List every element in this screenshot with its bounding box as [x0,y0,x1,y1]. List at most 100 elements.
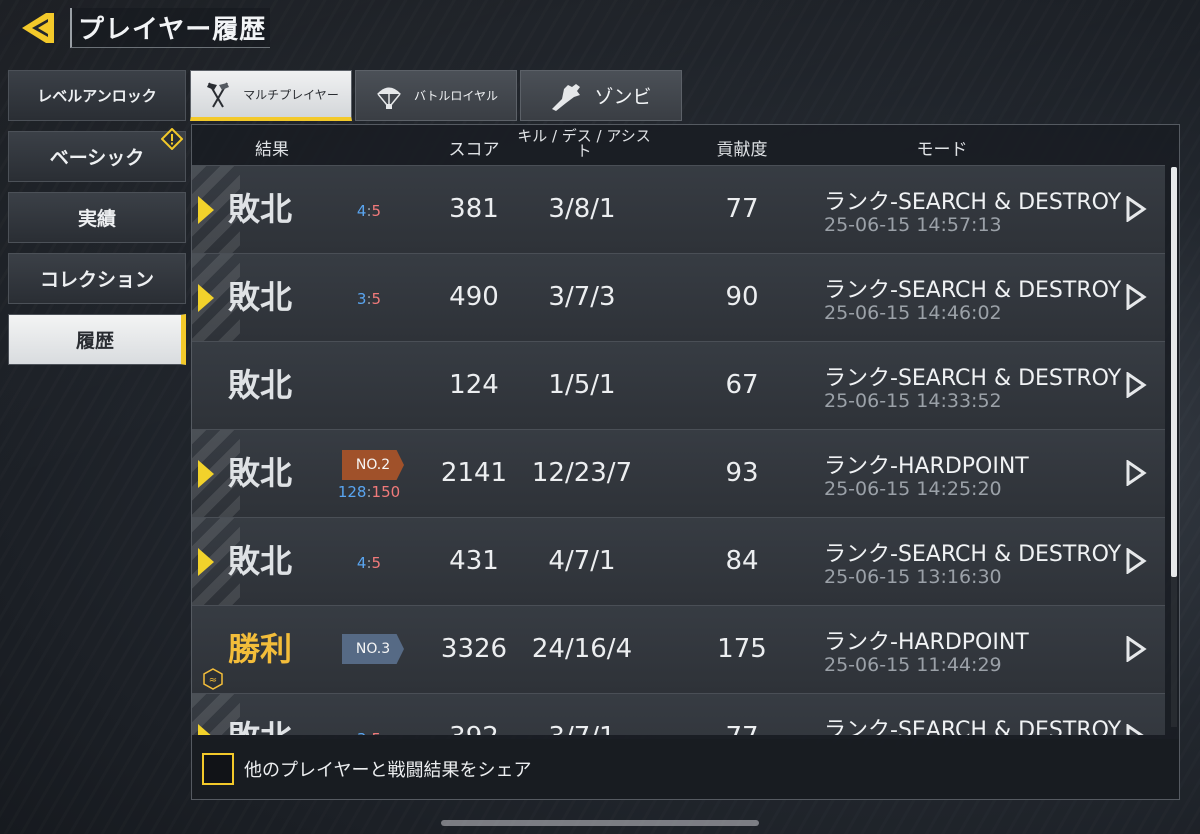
match-row[interactable]: 敗北 124 1/5/1 67 ランク-SEARCH & DESTROY 25-… [192,341,1165,429]
play-arrow-icon[interactable] [1125,284,1147,310]
mode-text: ランク-SEARCH & DESTROY [824,366,1122,391]
team-score: 3:5 [324,730,414,735]
flag-marker [198,724,214,735]
back-button[interactable] [16,8,60,48]
mode-text: ランク-SEARCH & DESTROY [824,278,1122,303]
tab-battle-royale[interactable]: バトルロイヤル [355,70,517,121]
flags-icon [207,82,230,108]
flag-marker [198,460,214,488]
result-text: 敗北 [228,366,293,404]
contribution-value: 90 [725,282,759,312]
contribution-value: 77 [725,194,759,224]
match-row[interactable]: 敗北 NO.2 128:150 2141 12/23/7 93 ランク-HARD… [192,429,1165,517]
page-title: プレイヤー履歴 [70,8,270,48]
result-text: 敗北 [228,712,292,735]
share-label: 他のプレイヤーと戦闘結果をシェア [244,760,532,781]
play-arrow-icon[interactable] [1125,372,1147,398]
mode-text: ランク-SEARCH & DESTROY [824,718,1122,735]
kda-value: 4/7/1 [548,546,616,576]
match-row[interactable]: 勝利 ≈ NO.3 3326 24/16/4 175 ランク-HARDPOINT… [192,605,1165,693]
timestamp: 25-06-15 13:16:30 [824,566,1002,588]
tab-multiplayer[interactable]: マルチプレイヤー [190,70,352,121]
warning-icon [161,128,183,150]
play-arrow-icon[interactable] [1125,724,1147,735]
match-row[interactable]: 敗北 3:5 490 3/7/3 90 ランク-SEARCH & DESTROY… [192,253,1165,341]
tab-label: ゾンビ [594,86,652,108]
play-arrow-icon[interactable] [1125,460,1147,486]
timestamp: 25-06-15 11:44:29 [824,654,1002,676]
mode-text: ランク-SEARCH & DESTROY [824,190,1122,215]
match-row[interactable]: 敗北 3:5 392 3/7/1 77 ランク-SEARCH & DESTROY [192,693,1165,735]
column-headers: 結果 スコア キル / デス / アシスト 貢献度 モード [192,125,1179,165]
nav-item-level-unlock[interactable]: レベルアンロック [8,70,186,121]
kda-value: 3/8/1 [548,194,616,224]
side-nav: レベルアンロック ベーシック 実績 コレクション 履歴 [8,70,186,375]
mode-text: ランク-HARDPOINT [824,454,1029,479]
nav-item-collection[interactable]: コレクション [8,253,186,304]
scrollbar-thumb[interactable] [1171,167,1177,577]
nav-item-history[interactable]: 履歴 [8,314,186,365]
timestamp: 25-06-15 14:33:52 [824,390,1002,412]
contribution-value: 77 [692,722,792,735]
tab-zombies[interactable]: ゾンビ [520,70,682,121]
timestamp: 25-06-15 14:46:02 [824,302,1002,324]
header-contribution: 貢献度 [716,140,768,160]
team-score: 3:5 [356,290,382,308]
play-arrow-icon[interactable] [1125,636,1147,662]
header-score: スコア [448,140,500,160]
header-kda: キル / デス / アシスト [517,127,651,160]
score-value: 381 [449,194,499,224]
result-text: 敗北 [228,454,293,492]
score-value: 2141 [440,458,508,488]
svg-text:≈: ≈ [209,675,217,686]
flag-marker [198,548,214,576]
match-list: 敗北 4:5 381 3/8/1 77 ランク-SEARCH & DESTROY… [192,165,1165,735]
share-checkbox[interactable] [202,753,234,785]
result-text: 敗北 [228,542,293,580]
nav-item-label: ベーシック [49,147,145,169]
play-arrow-icon[interactable] [1125,196,1147,222]
score-value: 392 [424,722,524,735]
kda-value: 12/23/7 [531,458,633,488]
timestamp: 25-06-15 14:57:13 [824,214,1002,236]
back-arrow-icon [22,13,54,43]
contribution-value: 84 [725,546,759,576]
play-arrow-icon[interactable] [1125,548,1147,574]
header-result: 結果 [255,140,289,160]
timestamp: 25-06-15 14:25:20 [824,478,1002,500]
rank-badge: NO.2 [342,450,404,480]
history-panel: 結果 スコア キル / デス / アシスト 貢献度 モード 敗北 4:5 381… [191,124,1180,800]
nav-item-label: コレクション [39,269,154,291]
tab-label: マルチプレイヤー [243,87,339,102]
nav-item-label: 履歴 [75,330,114,352]
kda-value: 3/7/3 [548,282,616,312]
match-row[interactable]: 敗北 4:5 431 4/7/1 84 ランク-SEARCH & DESTROY… [192,517,1165,605]
match-row[interactable]: 敗北 4:5 381 3/8/1 77 ランク-SEARCH & DESTROY… [192,165,1165,253]
team-score: 128:150 [337,483,401,501]
rank-badge: NO.3 [342,634,404,664]
mode-text: ランク-HARDPOINT [824,630,1029,655]
kda-value: 24/16/4 [531,634,633,664]
medal-icon: ≈ [203,668,223,690]
home-indicator[interactable] [441,820,759,826]
score-value: 431 [449,546,499,576]
contribution-value: 67 [725,370,759,400]
score-value: 124 [449,370,499,400]
result-text: 敗北 [228,278,293,316]
flag-marker [198,284,214,312]
header-mode: モード [916,140,968,160]
flag-marker [198,196,214,224]
nav-item-basic[interactable]: ベーシック [8,128,186,182]
share-bar: 他のプレイヤーと戦闘結果をシェア [192,739,1179,799]
nav-item-label: レベルアンロック [37,87,157,105]
zombie-hand-icon [552,83,581,111]
parachute-icon [376,87,401,109]
team-score: 4:5 [356,554,382,572]
mode-text: ランク-SEARCH & DESTROY [824,542,1122,567]
contribution-value: 175 [717,634,767,664]
result-text: 敗北 [228,190,293,228]
nav-item-achievements[interactable]: 実績 [8,192,186,243]
kda-value: 3/7/1 [512,722,652,735]
contribution-value: 93 [725,458,759,488]
team-score: 4:5 [356,202,382,220]
